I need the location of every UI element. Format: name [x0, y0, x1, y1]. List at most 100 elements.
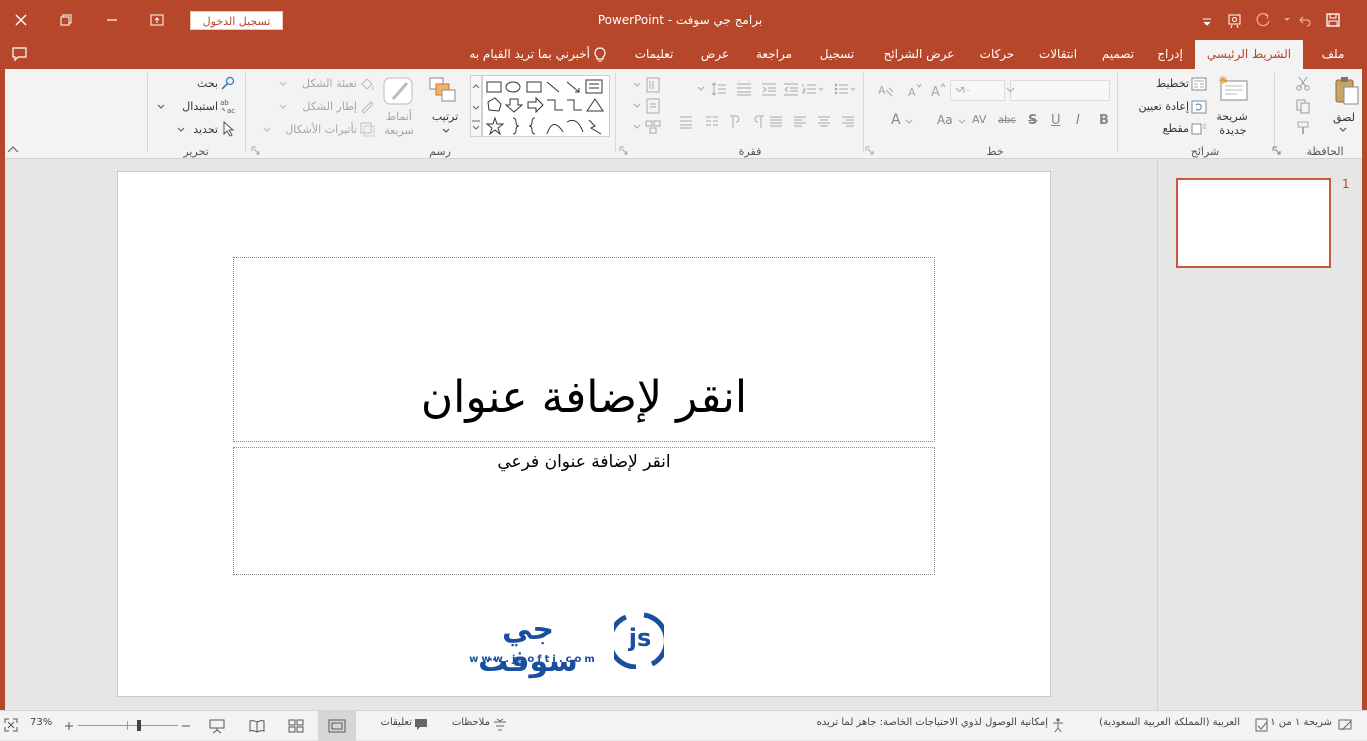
reading-view-icon[interactable] [249, 719, 265, 733]
tab-review[interactable]: مراجعة [747, 40, 801, 69]
tab-record[interactable]: تسجيل [810, 40, 864, 69]
fit-slide-icon[interactable] [4, 718, 18, 732]
font-name-dropdown-icon[interactable] [1006, 86, 1015, 94]
language-indicator[interactable]: العربية (المملكة العربية السعودية) [1080, 717, 1240, 728]
zoom-in-icon[interactable] [63, 720, 75, 732]
signin-button[interactable]: تسجيل الدخول [190, 11, 283, 30]
shapes-gallery-scroll[interactable] [470, 75, 482, 137]
dropdown-icon[interactable] [263, 127, 271, 133]
ribbon-display-options-icon[interactable] [149, 12, 165, 28]
find-icon[interactable] [220, 76, 236, 90]
slide-view-icon[interactable] [1338, 718, 1354, 732]
dropdown-icon[interactable] [633, 124, 641, 130]
shape-outline-label[interactable]: إطار الشكل [285, 100, 357, 113]
arrange-dropdown-icon[interactable] [441, 127, 451, 135]
reset-slide-icon[interactable] [1191, 100, 1207, 114]
tab-view[interactable]: عرض [693, 40, 737, 69]
columns-icon[interactable] [705, 115, 719, 129]
shape-fill-icon[interactable] [359, 76, 375, 92]
notes-icon[interactable] [493, 718, 507, 732]
dialog-launcher-icon[interactable] [865, 146, 874, 155]
arrange-icon[interactable] [427, 75, 457, 105]
slideshow-view-icon[interactable] [209, 718, 225, 734]
decrease-indent-icon[interactable] [783, 82, 799, 96]
restore-icon[interactable] [58, 12, 74, 28]
section-button-label[interactable]: مقطع [1137, 122, 1189, 135]
align-center-icon[interactable] [817, 115, 831, 129]
dialog-launcher-icon[interactable] [1272, 146, 1281, 155]
paste-dropdown-icon[interactable] [1338, 126, 1348, 134]
zoom-slider-thumb[interactable] [137, 720, 141, 731]
accessibility-status[interactable]: إمكانية الوصول لذوي الاحتياجات الخاصة: ج… [795, 717, 1048, 728]
new-slide-label-1[interactable]: شريحة [1210, 110, 1254, 123]
zoom-level[interactable]: 73% [30, 717, 56, 728]
quick-styles-label-1[interactable]: أنماط [375, 110, 423, 123]
undo-dropdown-icon[interactable] [1282, 14, 1292, 24]
normal-view-button[interactable] [318, 711, 356, 741]
subtitle-placeholder-text[interactable]: انقر لإضافة عنوان فرعي [233, 452, 935, 472]
tell-me-search[interactable]: أخبرني بما تريد القيام به [440, 40, 590, 69]
close-icon[interactable] [13, 12, 29, 28]
tab-design[interactable]: تصميم [1093, 40, 1143, 69]
slide-counter[interactable]: شريحة ١ من ١ [1268, 717, 1332, 728]
collapse-ribbon-icon[interactable] [7, 146, 19, 154]
align-right-icon[interactable] [841, 115, 855, 129]
comments-icon[interactable] [11, 46, 29, 62]
select-cursor-icon[interactable] [222, 121, 236, 137]
dropdown-icon[interactable] [633, 82, 641, 88]
notes-button[interactable]: ملاحظات [440, 717, 490, 728]
shape-effects-label[interactable]: تأثيرات الأشكال [273, 123, 357, 136]
font-name-box[interactable] [1010, 80, 1110, 101]
bullet-list-rtl-icon[interactable] [736, 82, 752, 96]
layout-icon[interactable] [1191, 77, 1207, 91]
slide-thumbnail[interactable] [1176, 178, 1331, 268]
align-left-icon[interactable] [793, 115, 807, 129]
new-slide-label-2[interactable]: جديدة [1208, 124, 1258, 137]
quick-styles-icon[interactable] [381, 75, 415, 107]
minimize-icon[interactable] [104, 12, 120, 28]
font-size-dropdown-icon[interactable] [955, 86, 964, 94]
shadow-button[interactable]: S [1028, 113, 1037, 128]
spelling-icon[interactable] [1255, 718, 1269, 732]
underline-button[interactable]: U [1051, 113, 1061, 128]
align-text-icon[interactable] [645, 98, 661, 114]
accessibility-icon[interactable] [1050, 717, 1066, 733]
paste-icon[interactable] [1333, 75, 1361, 107]
arrange-button-label[interactable]: ترتيب [423, 110, 467, 123]
dialog-launcher-icon[interactable] [251, 146, 260, 155]
strikethrough-button[interactable]: abc [998, 115, 1016, 126]
tab-insert[interactable]: إدراج [1150, 40, 1190, 69]
format-painter-icon[interactable] [1295, 120, 1311, 136]
present-from-beginning-icon[interactable] [1226, 11, 1244, 29]
save-icon[interactable] [1325, 12, 1341, 28]
dropdown-icon[interactable] [279, 81, 287, 87]
shape-outline-icon[interactable] [359, 98, 375, 114]
tab-transitions[interactable]: انتقالات [1030, 40, 1086, 69]
customize-qat-icon[interactable] [1200, 14, 1214, 28]
reset-button-label[interactable]: إعادة تعيين [1125, 100, 1189, 113]
paragraph-list-icon[interactable] [679, 115, 693, 129]
quick-styles-label-2[interactable]: سريعة [375, 124, 423, 137]
clear-formatting-icon[interactable]: A [878, 82, 894, 98]
comment-icon[interactable] [414, 717, 428, 731]
grow-font-icon[interactable]: A [930, 82, 946, 98]
tab-animations[interactable]: حركات [970, 40, 1024, 69]
paste-button-label[interactable]: لصق [1326, 111, 1362, 124]
bullets-icon[interactable] [834, 82, 856, 96]
increase-indent-icon[interactable] [761, 82, 777, 96]
change-case-button[interactable]: Aa [937, 113, 953, 127]
comments-button[interactable]: تعليقات [366, 717, 412, 728]
replace-button-label[interactable]: استبدال [165, 100, 218, 113]
tab-file[interactable]: ملف [1313, 40, 1353, 69]
dropdown-icon[interactable] [633, 103, 641, 109]
tab-home[interactable]: الشريط الرئيسي [1195, 40, 1303, 69]
line-spacing-dropdown-icon[interactable] [697, 86, 705, 92]
shapes-gallery[interactable] [482, 75, 610, 137]
tab-help[interactable]: تعليمات [624, 40, 684, 69]
copy-icon[interactable] [1295, 98, 1311, 114]
dialog-launcher-icon[interactable] [619, 146, 628, 155]
zoom-out-icon[interactable] [180, 721, 192, 731]
tab-slideshow[interactable]: عرض الشرائح [874, 40, 964, 69]
font-color-dropdown-icon[interactable] [905, 119, 913, 125]
change-case-dropdown-icon[interactable] [958, 119, 966, 125]
